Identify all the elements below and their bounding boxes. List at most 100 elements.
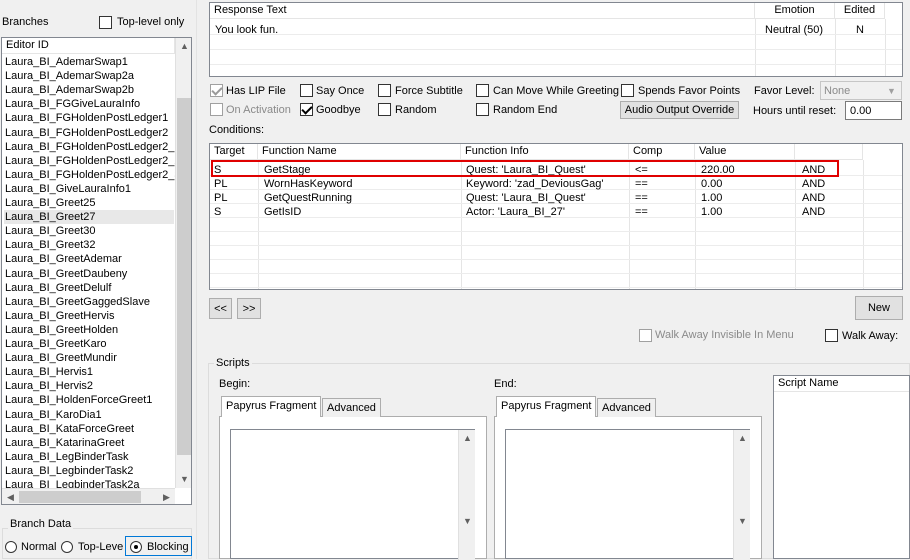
scroll-up-icon[interactable]: ▲ — [734, 430, 751, 447]
tab-begin-advanced[interactable]: Advanced — [322, 398, 381, 417]
list-item[interactable]: Laura_BI_HoldenForceGreet1 — [4, 393, 174, 407]
response-text-cell: You look fun. — [215, 24, 279, 36]
list-item[interactable]: Laura_BI_LegbinderTask2 — [4, 464, 174, 478]
list-item[interactable]: Laura_BI_GreetDelulf — [4, 281, 174, 295]
function-info-header[interactable]: Function Info — [461, 144, 629, 160]
target-header[interactable]: Target — [210, 144, 258, 160]
list-item[interactable]: Laura_BI_FGGiveLauraInfo — [4, 97, 174, 111]
scroll-down-icon[interactable]: ▼ — [734, 513, 751, 530]
tab-end-advanced[interactable]: Advanced — [597, 398, 656, 417]
response-table[interactable]: Response Text Emotion Edited You look fu… — [209, 2, 903, 77]
script-name-list[interactable]: Script Name — [773, 375, 910, 559]
list-item[interactable]: Laura_BI_Greet25 — [4, 196, 174, 210]
list-item[interactable]: Laura_BI_LegBinderTask — [4, 450, 174, 464]
scroll-left-icon[interactable]: ◀ — [2, 489, 19, 504]
force-subtitle-checkbox[interactable] — [378, 84, 391, 97]
spends-favor-points-checkbox[interactable] — [621, 84, 634, 97]
top-level-only-checkbox[interactable] — [99, 16, 112, 29]
script-name-header[interactable]: Script Name — [774, 376, 909, 392]
branch-list-vscroll[interactable]: ▲ ▼ — [175, 38, 191, 488]
comp-header[interactable]: Comp — [629, 144, 695, 160]
hours-until-reset-input[interactable]: 0.00 — [845, 101, 902, 120]
radio-top-level[interactable] — [61, 541, 73, 553]
list-item[interactable]: Laura_BI_AdemarSwap1 — [4, 55, 174, 69]
list-item[interactable]: Laura_BI_GiveLauraInfo1 — [4, 182, 174, 196]
scroll-up-icon[interactable]: ▲ — [459, 430, 476, 447]
say-once-checkbox[interactable] — [300, 84, 313, 97]
list-item[interactable]: Laura_BI_GreetDaubeny — [4, 267, 174, 281]
editor-id-header[interactable]: Editor ID — [2, 38, 175, 54]
list-item[interactable]: Laura_BI_KataForceGreet — [4, 422, 174, 436]
random-end-checkbox[interactable] — [476, 103, 489, 116]
list-item[interactable]: Laura_BI_GreetAdemar — [4, 252, 174, 266]
random-end-label: Random End — [493, 104, 558, 116]
list-item[interactable]: Laura_BI_FGHoldenPostLedger1 — [4, 111, 174, 125]
on-activation-checkbox[interactable] — [210, 103, 223, 116]
begin-script-textarea[interactable]: ▲ ▼ — [230, 429, 475, 560]
prev-button[interactable]: << — [209, 298, 232, 319]
response-text-header[interactable]: Response Text — [210, 3, 755, 19]
tab-begin-papyrus-fragment[interactable]: Papyrus Fragment — [221, 396, 322, 417]
end-vscroll[interactable]: ▲ ▼ — [733, 430, 750, 560]
emotion-cell: Neutral (50) — [765, 24, 824, 36]
list-item[interactable]: Laura_BI_AdemarSwap2a — [4, 69, 174, 83]
tab-end-papyrus-fragment[interactable]: Papyrus Fragment — [496, 396, 597, 417]
list-item[interactable]: Laura_BI_GreetMundir — [4, 351, 174, 365]
new-button[interactable]: New — [855, 296, 903, 320]
branch-list-hscroll[interactable]: ◀ ▶ — [2, 488, 175, 504]
walk-away-invisible-checkbox[interactable] — [639, 329, 652, 342]
list-item[interactable]: Laura_BI_GreetHolden — [4, 323, 174, 337]
end-script-textarea[interactable]: ▲ ▼ — [505, 429, 750, 560]
spends-favor-points-label: Spends Favor Points — [638, 85, 741, 97]
edited-header[interactable]: Edited — [835, 3, 885, 19]
condition-function-name-cell: GetQuestRunning — [264, 192, 353, 204]
branch-list[interactable]: Editor ID Laura_BI_AdemarSwap1 Laura_BI_A… — [1, 37, 192, 505]
vscroll-thumb[interactable] — [177, 98, 191, 455]
on-activation-label: On Activation — [226, 104, 291, 116]
radio-normal[interactable] — [5, 541, 17, 553]
hours-until-reset-label: Hours until reset: — [753, 105, 837, 117]
scroll-up-icon[interactable]: ▲ — [176, 38, 191, 55]
condition-target-cell: S — [214, 206, 222, 218]
panel-splitter[interactable] — [196, 0, 204, 559]
list-item[interactable]: Laura_BI_Greet27 — [4, 210, 174, 225]
hscroll-thumb[interactable] — [19, 491, 141, 503]
begin-vscroll[interactable]: ▲ ▼ — [458, 430, 475, 560]
condition-logic-cell: AND — [802, 206, 826, 218]
list-item[interactable]: Laura_BI_Greet32 — [4, 238, 174, 252]
logic-header[interactable] — [795, 144, 863, 160]
list-item[interactable]: Laura_BI_Hervis1 — [4, 365, 174, 379]
list-item[interactable]: Laura_BI_AdemarSwap2b — [4, 83, 174, 97]
random-checkbox[interactable] — [378, 103, 391, 116]
scroll-down-icon[interactable]: ▼ — [176, 471, 191, 488]
can-move-while-greeting-checkbox[interactable] — [476, 84, 489, 97]
has-lip-file-checkbox[interactable] — [210, 84, 223, 97]
list-item[interactable]: Laura_BI_GreetKaro — [4, 337, 174, 351]
list-item[interactable]: Laura_BI_FGHoldenPostLedger2 — [4, 126, 174, 140]
favor-level-value: None — [824, 85, 851, 97]
list-item[interactable]: Laura_BI_KatarinaGreet — [4, 436, 174, 450]
next-button[interactable]: >> — [237, 298, 261, 319]
favor-level-select[interactable]: None ▼ — [820, 81, 902, 100]
list-item[interactable]: Laura_BI_KaroDia1 — [4, 408, 174, 422]
list-item[interactable]: Laura_BI_FGHoldenPostLedger2_2 — [4, 154, 181, 168]
condition-comp-cell: == — [635, 206, 648, 218]
list-item[interactable]: Laura_BI_GreetGaggedSlave — [4, 295, 174, 309]
function-name-header[interactable]: Function Name — [258, 144, 461, 160]
radio-blocking-label: Blocking — [147, 541, 189, 553]
value-header[interactable]: Value — [695, 144, 795, 160]
audio-output-override-button[interactable]: Audio Output Override — [620, 101, 739, 119]
condition-function-name-cell: WornHasKeyword — [264, 178, 353, 190]
scroll-right-icon[interactable]: ▶ — [158, 489, 175, 504]
begin-label: Begin: — [219, 378, 251, 390]
radio-blocking[interactable] — [130, 541, 142, 553]
list-item[interactable]: Laura_BI_GreetHervis — [4, 309, 174, 323]
goodbye-checkbox[interactable] — [300, 103, 313, 116]
list-item[interactable]: Laura_BI_FGHoldenPostLedger2_3 — [4, 168, 181, 182]
scroll-down-icon[interactable]: ▼ — [459, 513, 476, 530]
list-item[interactable]: Laura_BI_FGHoldenPostLedger2_1 — [4, 140, 181, 154]
list-item[interactable]: Laura_BI_Hervis2 — [4, 379, 174, 393]
list-item[interactable]: Laura_BI_Greet30 — [4, 224, 174, 238]
emotion-header[interactable]: Emotion — [755, 3, 835, 19]
walk-away-checkbox[interactable] — [825, 329, 838, 342]
